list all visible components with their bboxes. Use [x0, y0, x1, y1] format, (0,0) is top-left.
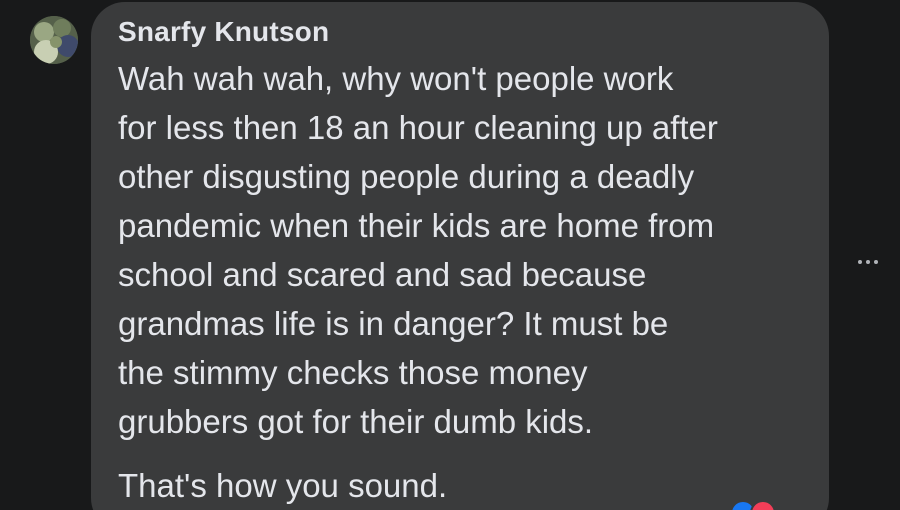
more-options-button[interactable] [850, 252, 886, 272]
more-horizontal-icon-dot [866, 260, 870, 264]
love-reaction-icon [750, 500, 776, 510]
more-horizontal-icon [858, 260, 862, 264]
comment-text-paragraph-2: That's how you sound. [118, 467, 448, 504]
comment-text-paragraph-1: Wah wah wah, why won't people work for l… [118, 60, 718, 440]
comment-bubble: Snarfy Knutson Wah wah wah, why won't pe… [91, 2, 829, 510]
author-name[interactable]: Snarfy Knutson [118, 14, 809, 50]
comment: Snarfy Knutson Wah wah wah, why won't pe… [0, 0, 900, 510]
reaction-summary[interactable] [730, 500, 776, 510]
more-horizontal-icon-dot [874, 260, 878, 264]
avatar-image [30, 16, 78, 64]
avatar[interactable] [30, 16, 78, 64]
